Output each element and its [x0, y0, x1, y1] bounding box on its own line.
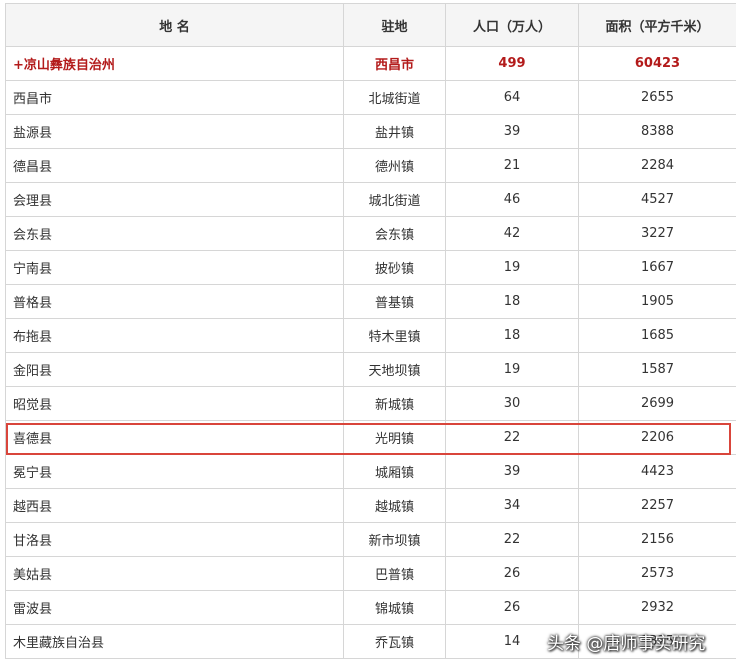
row-population: 18	[445, 318, 579, 353]
watermark: 头条 @唐师事实研究	[547, 634, 706, 654]
header-seat: 驻地	[343, 3, 446, 47]
table-row: 会东县 会东镇 42 3227	[5, 216, 736, 251]
row-area: 2257	[578, 488, 736, 523]
row-population: 21	[445, 148, 579, 183]
table-row: 西昌市 北城街道 64 2655	[5, 80, 736, 115]
table-row: 宁南县 披砂镇 19 1667	[5, 250, 736, 285]
header-area: 面积（平方千米）	[578, 3, 736, 47]
row-seat: 新城镇	[343, 386, 446, 421]
row-area: 2699	[578, 386, 736, 421]
row-area: 2573	[578, 556, 736, 591]
row-area: 2655	[578, 80, 736, 115]
row-seat: 锦城镇	[343, 590, 446, 625]
summary-population: 499	[445, 46, 579, 81]
row-name: 盐源县	[5, 114, 344, 149]
row-area: 1905	[578, 284, 736, 319]
row-population: 19	[445, 352, 579, 387]
row-population: 26	[445, 590, 579, 625]
row-population: 39	[445, 454, 579, 489]
row-population: 64	[445, 80, 579, 115]
row-name: 木里藏族自治县	[5, 624, 344, 659]
table-row: 普格县 普基镇 18 1905	[5, 284, 736, 319]
row-area: 2156	[578, 522, 736, 557]
row-area: 1685	[578, 318, 736, 353]
table-row: 雷波县 锦城镇 26 2932	[5, 590, 736, 625]
row-seat: 巴普镇	[343, 556, 446, 591]
row-area: 1667	[578, 250, 736, 285]
summary-name[interactable]: +凉山彝族自治州	[5, 46, 344, 81]
row-name: 金阳县	[5, 352, 344, 387]
county-table: 地 名 驻地 人口（万人） 面积（平方千米） +凉山彝族自治州 西昌市 499 …	[5, 3, 736, 659]
row-seat: 普基镇	[343, 284, 446, 319]
row-seat: 特木里镇	[343, 318, 446, 353]
table-row: 越西县 越城镇 34 2257	[5, 488, 736, 523]
row-name: 西昌市	[5, 80, 344, 115]
row-area: 4527	[578, 182, 736, 217]
row-name: 宁南县	[5, 250, 344, 285]
row-seat: 城厢镇	[343, 454, 446, 489]
row-population: 26	[445, 556, 579, 591]
table-row: 金阳县 天地坝镇 19 1587	[5, 352, 736, 387]
row-name: 美姑县	[5, 556, 344, 591]
row-seat: 会东镇	[343, 216, 446, 251]
table-row: 德昌县 德州镇 21 2284	[5, 148, 736, 183]
row-name: 普格县	[5, 284, 344, 319]
row-name: 甘洛县	[5, 522, 344, 557]
summary-seat: 西昌市	[343, 46, 446, 81]
row-area: 8388	[578, 114, 736, 149]
row-population: 18	[445, 284, 579, 319]
row-area: 3227	[578, 216, 736, 251]
row-seat: 天地坝镇	[343, 352, 446, 387]
table-row: 美姑县 巴普镇 26 2573	[5, 556, 736, 591]
row-population: 19	[445, 250, 579, 285]
table-header-row: 地 名 驻地 人口（万人） 面积（平方千米）	[5, 3, 736, 47]
row-name: 越西县	[5, 488, 344, 523]
row-seat: 越城镇	[343, 488, 446, 523]
row-seat: 德州镇	[343, 148, 446, 183]
row-name: 布拖县	[5, 318, 344, 353]
summary-row[interactable]: +凉山彝族自治州 西昌市 499 60423	[5, 46, 736, 81]
table-row: 冕宁县 城厢镇 39 4423	[5, 454, 736, 489]
row-area: 2206	[578, 420, 736, 455]
table-row: 昭觉县 新城镇 30 2699	[5, 386, 736, 421]
row-name: 德昌县	[5, 148, 344, 183]
table-row: 甘洛县 新市坝镇 22 2156	[5, 522, 736, 557]
row-seat: 光明镇	[343, 420, 446, 455]
row-area: 1587	[578, 352, 736, 387]
row-area: 2284	[578, 148, 736, 183]
row-seat: 乔瓦镇	[343, 624, 446, 659]
row-seat: 盐井镇	[343, 114, 446, 149]
row-name: 会理县	[5, 182, 344, 217]
row-population: 42	[445, 216, 579, 251]
table-row: 会理县 城北街道 46 4527	[5, 182, 736, 217]
row-population: 22	[445, 420, 579, 455]
row-area: 4423	[578, 454, 736, 489]
row-seat: 城北街道	[343, 182, 446, 217]
row-name: 冕宁县	[5, 454, 344, 489]
row-seat: 北城街道	[343, 80, 446, 115]
row-name: 会东县	[5, 216, 344, 251]
row-name: 雷波县	[5, 590, 344, 625]
table-row: 布拖县 特木里镇 18 1685	[5, 318, 736, 353]
row-name: 喜德县	[5, 420, 344, 455]
summary-area: 60423	[578, 46, 736, 81]
header-population: 人口（万人）	[445, 3, 579, 47]
header-name: 地 名	[5, 3, 344, 47]
row-seat: 披砂镇	[343, 250, 446, 285]
row-seat: 新市坝镇	[343, 522, 446, 557]
table-row: 盐源县 盐井镇 39 8388	[5, 114, 736, 149]
row-population: 34	[445, 488, 579, 523]
row-population: 22	[445, 522, 579, 557]
row-population: 46	[445, 182, 579, 217]
row-name: 昭觉县	[5, 386, 344, 421]
table-row: 喜德县 光明镇 22 2206	[5, 420, 736, 455]
row-area: 2932	[578, 590, 736, 625]
row-population: 39	[445, 114, 579, 149]
row-population: 30	[445, 386, 579, 421]
